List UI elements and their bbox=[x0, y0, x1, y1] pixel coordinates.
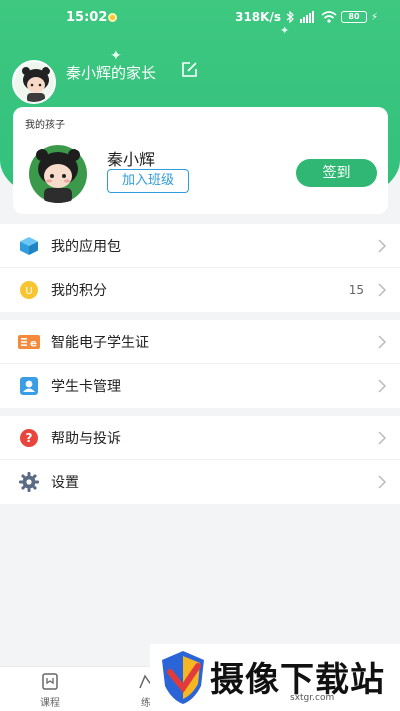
menu-item-label: 我的积分 bbox=[51, 283, 107, 299]
battery-icon: 80 bbox=[340, 11, 367, 23]
menu-item-label: 帮助与投诉 bbox=[51, 430, 121, 447]
wifi-icon bbox=[321, 11, 337, 23]
tab-label: 课程 bbox=[40, 698, 60, 709]
watermark-url: sxtgr.com bbox=[290, 693, 335, 703]
network-speed: 318K/s bbox=[235, 10, 281, 24]
bluetooth-icon bbox=[286, 11, 294, 23]
child-avatar[interactable] bbox=[24, 145, 92, 203]
chevron-right-icon bbox=[378, 475, 386, 489]
menu-item-label: 智能电子学生证 bbox=[51, 334, 149, 351]
person-card-icon bbox=[20, 377, 38, 395]
signin-button[interactable]: 签到 bbox=[296, 159, 377, 187]
menu-group-student-card: e 智能电子学生证 学生卡管理 bbox=[0, 320, 400, 408]
parent-avatar[interactable] bbox=[12, 60, 56, 104]
svg-text:?: ? bbox=[26, 431, 33, 445]
status-time: 15:02 bbox=[66, 10, 108, 25]
join-class-button[interactable]: 加入班级 bbox=[107, 169, 189, 193]
menu-group-apps: 我的应用包 U 我的积分 15 bbox=[0, 224, 400, 312]
notification-dot-icon bbox=[108, 13, 117, 22]
menu-group-support: ? 帮助与投诉 设置 bbox=[0, 416, 400, 504]
menu-item-settings[interactable]: 设置 bbox=[0, 460, 400, 504]
card-title: 我的孩子 bbox=[25, 120, 65, 131]
course-book-icon bbox=[42, 673, 58, 690]
edit-icon[interactable] bbox=[181, 61, 198, 78]
charging-icon: ⚡ bbox=[370, 11, 378, 23]
package-cube-icon bbox=[20, 236, 38, 255]
chevron-right-icon bbox=[378, 335, 386, 348]
shield-logo-icon bbox=[162, 651, 204, 704]
chevron-right-icon bbox=[378, 283, 386, 297]
parent-name: 秦小辉的家长 bbox=[66, 64, 157, 82]
child-name: 秦小辉 bbox=[107, 150, 156, 169]
points-value: 15 bbox=[348, 283, 364, 297]
gear-icon bbox=[19, 472, 39, 492]
chevron-right-icon bbox=[378, 379, 386, 393]
menu-item-app-package[interactable]: 我的应用包 bbox=[0, 224, 400, 268]
student-id-card-icon: e bbox=[18, 334, 40, 349]
child-card: 我的孩子 秦小辉 加入班级 签到 bbox=[13, 107, 388, 214]
menu-item-label: 我的应用包 bbox=[51, 238, 121, 255]
chevron-right-icon bbox=[378, 431, 386, 444]
menu-item-student-card-management[interactable]: 学生卡管理 bbox=[0, 364, 400, 408]
points-coin-icon: U bbox=[20, 281, 38, 299]
watermark-banner: 摄像下载站 sxtgr.com bbox=[150, 644, 400, 711]
chevron-right-icon bbox=[378, 239, 386, 252]
svg-text:e: e bbox=[30, 338, 37, 349]
menu-item-label: 设置 bbox=[51, 475, 79, 491]
svg-text:U: U bbox=[25, 286, 32, 297]
help-question-icon: ? bbox=[20, 428, 38, 447]
signal-icon bbox=[299, 11, 314, 23]
menu-item-student-id[interactable]: e 智能电子学生证 bbox=[0, 320, 400, 364]
tab-course[interactable]: 课程 bbox=[30, 672, 70, 709]
status-bar: 15:02 318K/s 80 ⚡ bbox=[0, 0, 400, 34]
menu-item-points[interactable]: U 我的积分 15 bbox=[0, 268, 400, 312]
menu-item-label: 学生卡管理 bbox=[51, 379, 121, 395]
menu-item-help[interactable]: ? 帮助与投诉 bbox=[0, 416, 400, 460]
